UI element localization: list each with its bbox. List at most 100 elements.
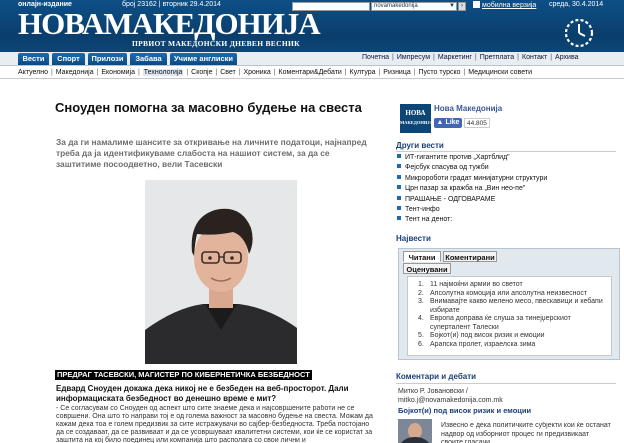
section-item-crime[interactable]: Хроника	[243, 69, 270, 76]
tab-news[interactable]: Вести	[18, 53, 49, 65]
comment-title[interactable]: Бојкот(и) под висок ризик и емоции	[398, 406, 531, 415]
list-item[interactable]: 2. Апсолутна комоција или апсолутна неизв…	[418, 290, 608, 299]
list-item-label: Бојкот(и) под висок ризик и емоции	[430, 332, 545, 339]
bullet-icon	[397, 185, 401, 190]
list-item-label: Микророботи градат минијатурни структури	[405, 174, 548, 182]
facebook-page-name[interactable]: Нова Македонија	[434, 104, 502, 113]
section-item-pusto-tursko[interactable]: Пусто турско	[418, 69, 460, 76]
section-item-medical[interactable]: Медицински совети	[468, 69, 532, 76]
author-avatar	[398, 419, 432, 443]
search-button[interactable]: ›	[458, 1, 466, 11]
list-item-label: Апсолутна комоција или апсолутна неизвес…	[430, 289, 588, 297]
separator: |	[136, 69, 142, 76]
clock-icon	[564, 18, 594, 48]
section-item-macedonia[interactable]: Македонија	[56, 69, 94, 76]
portrait-image	[145, 180, 297, 364]
list-item[interactable]: Микророботи градат минијатурни структури	[397, 174, 617, 184]
link-contact[interactable]: Контакт	[522, 54, 547, 61]
separator: |	[49, 69, 55, 76]
list-item-label: Тент-инфо	[405, 206, 440, 214]
list-item-label: ИТ-гигантите против „Хартблид"	[405, 154, 510, 161]
link-marketing[interactable]: Маркетинг	[438, 54, 472, 61]
list-item[interactable]: Фејсбук спасува од тужби	[397, 163, 617, 173]
list-item[interactable]: Тент на денот:	[397, 215, 617, 225]
chevron-down-icon: ▼	[449, 2, 455, 9]
list-item[interactable]: 3. Внимавајте какво мелено месо, пвескави…	[418, 298, 608, 315]
tab-sport[interactable]: Спорт	[52, 53, 85, 65]
section-item-technology[interactable]: Технологија	[142, 69, 184, 76]
separator: |	[433, 54, 435, 61]
separator: |	[271, 69, 278, 76]
tab-most-rated[interactable]: Оценувани	[403, 263, 451, 274]
separator: |	[342, 69, 349, 76]
separator: |	[213, 69, 220, 76]
facebook-like-button[interactable]: ▲ Like	[434, 118, 462, 128]
facebook-page-logo[interactable]: НОВА МАКЕДОНИЈА	[400, 104, 433, 133]
latest-heading: Највести	[396, 234, 431, 243]
site-logo[interactable]: НОВАМАКЕДОНИЈА	[18, 8, 321, 40]
search-icon: ›	[461, 2, 463, 9]
bullet-icon	[397, 154, 401, 158]
section-item-comments[interactable]: Коментари&Дебати	[279, 69, 342, 76]
comment-author-block: Митко Р. Јовановски / mitko.j@novamakedo…	[398, 388, 503, 405]
list-item[interactable]: Црн пазар за кражба на „Вин нео-пе"	[397, 184, 617, 194]
top-links: Почетна | Импресум | Маркетинг | Претплата | Кон…	[362, 54, 578, 61]
item-number: 1.	[418, 281, 424, 288]
list-item[interactable]: Тент-инфо	[397, 205, 617, 215]
bullet-icon	[397, 206, 401, 211]
tab-learn-english[interactable]: Учиме англиски	[170, 53, 237, 65]
section-item-culture[interactable]: Култура	[350, 69, 376, 76]
current-date: среда, 30.4.2014	[549, 1, 604, 8]
list-item-label: Тент на денот:	[405, 216, 453, 224]
article-title: Сноуден помогна за масовно будење на све…	[55, 100, 362, 115]
list-item-label: 11 најмоќни армии во светот	[430, 281, 523, 288]
tab-most-commented[interactable]: Коментирани	[443, 251, 497, 262]
list-item[interactable]: 1. 11 најмоќни армии во светот	[418, 281, 608, 290]
section-item-current[interactable]: Актуелно	[18, 69, 48, 76]
list-item[interactable]: ИТ-гигантите против „Хартблид"	[397, 153, 617, 163]
link-subscription[interactable]: Претплата	[480, 54, 514, 61]
section-item-skopje[interactable]: Скопје	[191, 69, 212, 76]
article-photo[interactable]	[145, 180, 297, 364]
other-news-heading: Други вести	[396, 141, 444, 150]
section-item-world[interactable]: Свет	[220, 69, 236, 76]
tab-most-read[interactable]: Читани	[403, 251, 441, 262]
search-input[interactable]	[292, 1, 370, 11]
bullet-icon	[397, 216, 401, 221]
link-home[interactable]: Почетна	[362, 54, 389, 61]
item-number: 2.	[418, 289, 424, 297]
search-scope-value: novamakedonija	[374, 2, 418, 9]
search-bar: novamakedonija ▼ ›	[292, 1, 466, 11]
separator: |	[94, 69, 101, 76]
list-item[interactable]: 6. Арапска пролет, израелска зима	[418, 341, 608, 350]
list-item-label: Фејсбук спасува од тужби	[405, 164, 489, 172]
site-header: онлајн-издание број 23162 | вторник 29.4…	[0, 0, 624, 52]
bullet-icon	[397, 195, 401, 200]
mobile-version-label: мобилна верзија	[482, 2, 537, 9]
tab-entertainment[interactable]: Забава	[130, 53, 167, 65]
separator: |	[411, 69, 418, 76]
comment-author[interactable]: Митко Р. Јовановски /	[398, 388, 503, 397]
search-scope-select[interactable]: novamakedonija ▼	[371, 1, 457, 11]
bullet-icon	[397, 164, 401, 169]
link-impressum[interactable]: Импресум	[397, 54, 430, 61]
section-item-treasury[interactable]: Ризница	[383, 69, 410, 76]
section-item-economy[interactable]: Економија	[101, 69, 135, 76]
comment-email[interactable]: mitko.j@novamakedonija.com.mk	[398, 397, 503, 406]
separator: |	[376, 69, 383, 76]
comment-excerpt: Извесно е дека политичките субјекти кои …	[441, 422, 611, 443]
link-archive[interactable]: Архива	[555, 54, 578, 61]
mobile-version-link[interactable]: мобилна верзија	[473, 1, 536, 9]
section-nav: Актуелно | Македонија | Економија | Техн…	[0, 66, 624, 79]
item-number: 4.	[418, 315, 424, 322]
list-item[interactable]: 4. Европа доправа ќе слуша за тинејџерски…	[418, 315, 608, 332]
list-item[interactable]: 5. Бојкот(и) под висок ризик и емоции	[418, 332, 608, 341]
item-number: 5.	[418, 332, 424, 339]
list-item-label: Внимавајте какво мелено месо, пвескавици…	[430, 298, 603, 314]
list-item[interactable]: ПРАШАЊЕ - ОДГОВАРАМЕ	[397, 195, 617, 205]
list-item-label: ПРАШАЊЕ - ОДГОВАРАМЕ	[405, 195, 496, 203]
separator: |	[461, 69, 468, 76]
tab-supplements[interactable]: Прилози	[88, 53, 127, 65]
main-nav: Вести Спорт Прилози Забава Учиме англиск…	[0, 52, 624, 66]
mobile-version-checkbox[interactable]	[473, 1, 480, 8]
